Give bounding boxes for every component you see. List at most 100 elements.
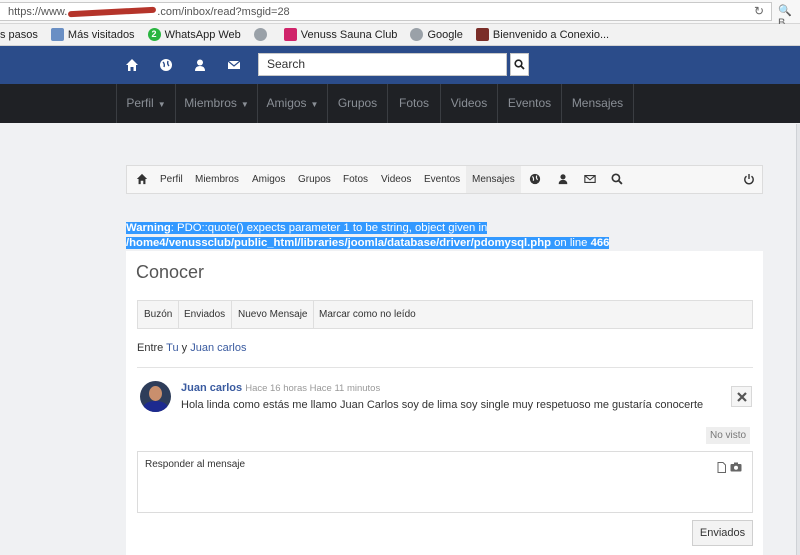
delete-message-button[interactable] [731, 386, 752, 407]
toolbar-videos[interactable]: Videos [381, 166, 411, 193]
tab-buzon[interactable]: Buzón [138, 301, 180, 328]
avatar-shirt [143, 401, 168, 412]
bookmark-mas-visitados[interactable]: Más visitados [50, 28, 135, 41]
browser-url-bar: https://www. .com/inbox/read?msgid=28 ↻ … [0, 0, 800, 29]
attach-file-icon[interactable] [716, 462, 727, 473]
nav-grupos[interactable]: Grupos [328, 84, 388, 123]
nav-eventos[interactable]: Eventos [498, 84, 562, 123]
bookmark-venuss[interactable]: Venuss Sauna Club [283, 28, 398, 41]
status-badge: No visto [706, 427, 751, 444]
divider [137, 367, 753, 368]
power-icon[interactable] [742, 173, 755, 186]
nav-label: Mensajes [571, 96, 624, 110]
nav-videos[interactable]: Videos [441, 84, 498, 123]
between-and: y [178, 342, 191, 354]
mail-icon[interactable] [583, 173, 596, 186]
nav-label: Miembros [184, 96, 237, 110]
profile-toolbar: Perfil Miembros Amigos Grupos Fotos Vide… [126, 165, 763, 194]
toolbar-miembros[interactable]: Miembros [195, 166, 239, 193]
inbox-tabs: Buzón Enviados Nuevo Mensaje Marcar como… [137, 300, 753, 329]
warning-label: Warning [126, 222, 171, 234]
joomla-icon [475, 28, 489, 41]
toolbar-eventos[interactable]: Eventos [424, 166, 460, 193]
bookmark-whatsapp[interactable]: 2 WhatsApp Web [147, 28, 241, 41]
tab-enviados[interactable]: Enviados [178, 301, 233, 328]
message-body: Hola linda como estás me llamo Juan Carl… [181, 399, 704, 411]
toolbar-amigos[interactable]: Amigos [252, 166, 285, 193]
search-icon[interactable] [610, 173, 623, 186]
bookmark-label: s pasos [0, 28, 38, 41]
home-icon[interactable] [135, 173, 148, 186]
bookmarks-bar: s pasos Más visitados 2 WhatsApp Web Venu… [0, 24, 800, 46]
bookmark-pasos[interactable]: s pasos [0, 29, 38, 41]
bookmark-label: Más visitados [67, 28, 135, 41]
bookmark-bienvenido[interactable]: Bienvenido a Conexio... [475, 28, 610, 41]
message-time: Hace 16 horas Hace 11 minutos [245, 383, 381, 394]
bookmark-google[interactable]: Google [410, 28, 463, 41]
search-input[interactable]: Search [258, 53, 507, 76]
user-add-icon[interactable] [556, 173, 569, 186]
warning-on-line: on line [551, 237, 591, 249]
close-icon [736, 392, 747, 402]
nav-perfil[interactable]: Perfil ▼ [116, 84, 176, 123]
warning-path: /home4/venussclub/public_html/libraries/… [126, 237, 551, 249]
nav-label: Grupos [337, 96, 378, 110]
venuss-icon [283, 28, 297, 41]
message-header: Juan carlos Hace 16 horas Hace 11 minuto… [181, 382, 380, 394]
main-nav: Perfil ▼ Miembros ▼ Amigos ▼ Grupos Fotos V… [0, 84, 800, 123]
toolbar-mensajes[interactable]: Mensajes [466, 166, 521, 193]
redaction-scribble [68, 6, 157, 17]
scrollbar[interactable] [796, 124, 800, 555]
toolbar-fotos[interactable]: Fotos [343, 166, 368, 193]
whatsapp-icon: 2 [147, 28, 161, 41]
mail-icon[interactable] [227, 58, 241, 72]
bookmark-globe[interactable] [253, 28, 271, 41]
nav-label: Videos [450, 96, 488, 110]
nav-amigos[interactable]: Amigos ▼ [258, 84, 328, 123]
warning-text: : PDO::quote() expects parameter 1 to be… [170, 222, 488, 234]
globe-icon [410, 28, 424, 41]
camera-icon[interactable] [730, 462, 742, 473]
conversation-participants: Entre Tu y Juan carlos [137, 342, 246, 354]
caret-down-icon: ▼ [310, 100, 319, 109]
tab-marcar-no-leido[interactable]: Marcar como no leído [313, 301, 422, 328]
between-prefix: Entre [137, 342, 167, 354]
search-button[interactable] [510, 53, 529, 76]
nav-label: Perfil [126, 96, 154, 110]
nav-fotos[interactable]: Fotos [388, 84, 441, 123]
bookmark-label: Google [427, 28, 463, 41]
reply-textarea[interactable]: Responder al mensaje [137, 451, 753, 513]
nav-miembros[interactable]: Miembros ▼ [176, 84, 258, 123]
message-title: Conocer [136, 262, 205, 282]
author-link[interactable]: Juan carlos [181, 382, 242, 394]
reload-icon[interactable]: ↻ [752, 4, 766, 18]
avatar[interactable] [140, 381, 171, 412]
bookmark-label: Venuss Sauna Club [300, 28, 398, 41]
nav-label: Amigos [266, 96, 307, 110]
tab-nuevo-mensaje[interactable]: Nuevo Mensaje [232, 301, 315, 328]
avatar-face [149, 386, 162, 401]
caret-down-icon: ▼ [240, 100, 249, 109]
warning-line: 466 [590, 237, 610, 249]
globe-icon [253, 28, 267, 41]
home-icon[interactable] [125, 58, 139, 72]
user-icon[interactable] [193, 58, 207, 72]
globe-icon[interactable] [159, 58, 173, 72]
participant-other-link[interactable]: Juan carlos [190, 342, 246, 354]
participant-you-link[interactable]: Tu [166, 342, 178, 354]
caret-down-icon: ▼ [157, 100, 166, 109]
toolbar-perfil[interactable]: Perfil [160, 166, 183, 193]
send-button[interactable]: Enviados [692, 520, 753, 546]
address-field[interactable]: https://www. .com/inbox/read?msgid=28 [0, 2, 772, 21]
bookmark-label: WhatsApp Web [164, 28, 241, 41]
globe-icon[interactable] [528, 173, 541, 186]
bookmark-label: Bienvenido a Conexio... [492, 28, 610, 41]
php-warning: Warning: PDO::quote() expects parameter … [126, 221, 748, 251]
url-suffix: .com/inbox/read?msgid=28 [157, 5, 290, 18]
nav-mensajes[interactable]: Mensajes [562, 84, 634, 123]
nav-label: Fotos [398, 96, 429, 110]
nav-label: Eventos [507, 96, 552, 110]
toolbar-grupos[interactable]: Grupos [298, 166, 331, 193]
url-prefix: https://www. [8, 5, 68, 18]
search-icon [514, 59, 525, 70]
